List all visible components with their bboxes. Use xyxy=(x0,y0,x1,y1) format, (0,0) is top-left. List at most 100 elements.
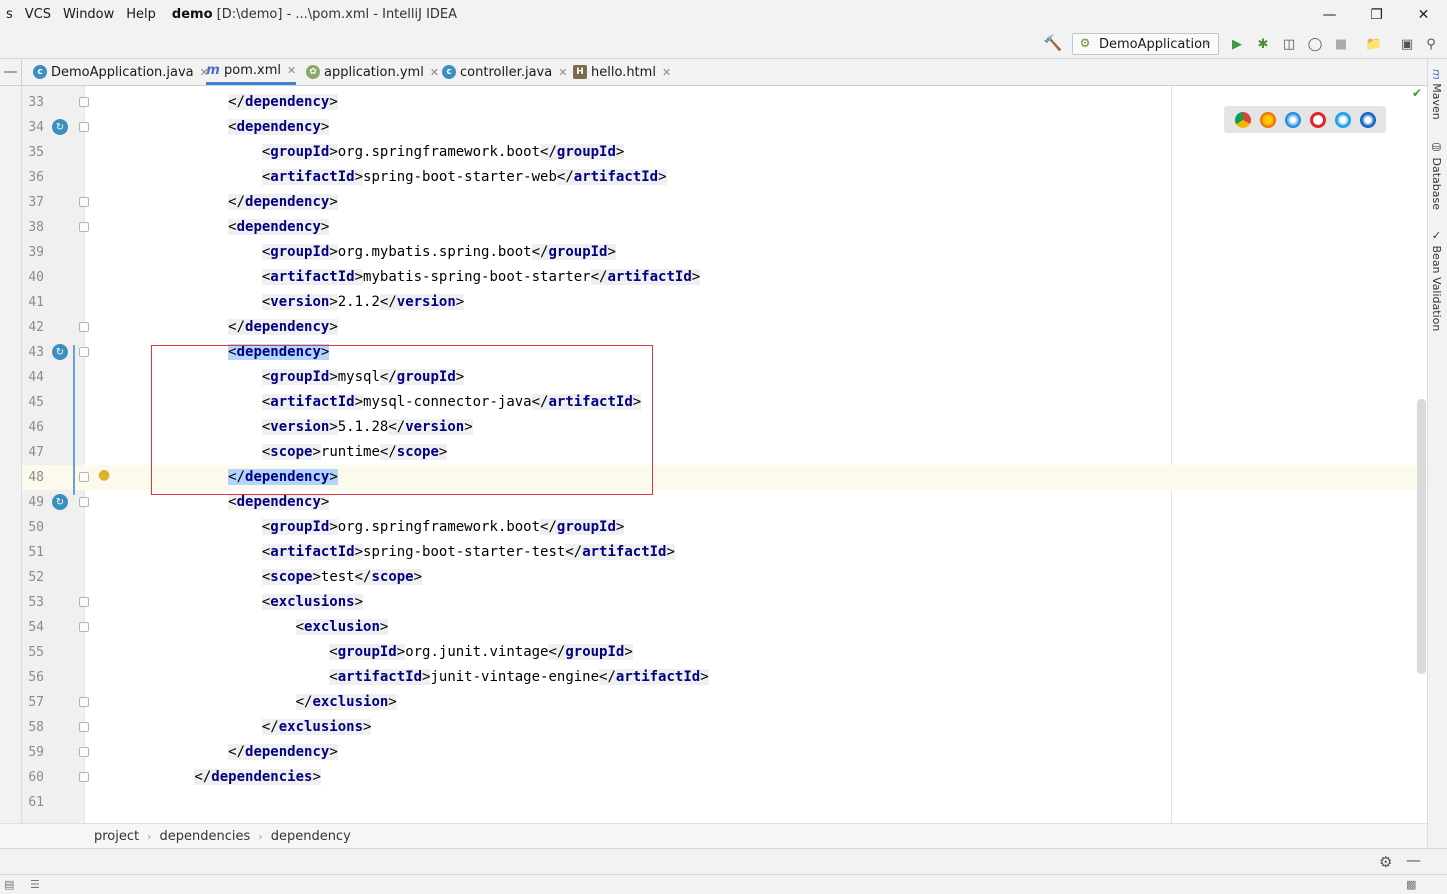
code-line[interactable]: 33 </dependency> xyxy=(22,90,1427,115)
tab-pom-xml[interactable]: m pom.xml ✕ xyxy=(206,59,297,85)
menu-item-window[interactable]: Window xyxy=(57,0,120,29)
menu-item-tools[interactable]: s xyxy=(0,0,19,29)
project-structure-icon[interactable]: 📁 xyxy=(1365,35,1383,53)
close-tab-icon[interactable]: ✕ xyxy=(287,64,296,77)
code-line[interactable]: 37 </dependency> xyxy=(22,190,1427,215)
code-line[interactable]: 50 <groupId>org.springframework.boot</gr… xyxy=(22,515,1427,540)
breadcrumb-item-project[interactable]: project xyxy=(94,829,139,844)
intention-bulb-icon[interactable]: ● xyxy=(98,467,110,483)
dependency-nav-icon[interactable]: ↻ xyxy=(52,494,68,510)
code-line[interactable]: 61 xyxy=(22,790,1427,815)
code-text: <scope>runtime</scope> xyxy=(261,444,448,460)
code-line[interactable]: 58 </exclusions> xyxy=(22,715,1427,740)
fold-marker-icon[interactable] xyxy=(79,722,89,732)
fold-marker-icon[interactable] xyxy=(79,197,89,207)
code-line[interactable]: 46 <version>5.1.28</version> xyxy=(22,415,1427,440)
dependency-nav-icon[interactable]: ↻ xyxy=(52,344,68,360)
code-line[interactable]: 55 <groupId>org.junit.vintage</groupId> xyxy=(22,640,1427,665)
fold-marker-icon[interactable] xyxy=(79,497,89,507)
presentation-icon[interactable]: ▣ xyxy=(1398,35,1416,53)
code-line[interactable]: 49 ↻ <dependency> xyxy=(22,490,1427,515)
fold-marker-icon[interactable] xyxy=(79,122,89,132)
code-line[interactable]: 34 ↻ <dependency> xyxy=(22,115,1427,140)
menu-item-help[interactable]: Help xyxy=(120,0,162,29)
bean-validation-panel-tab[interactable]: ✓ Bean Validation xyxy=(1430,229,1443,331)
run-configuration-select[interactable]: ⚙ DemoApplication ⌄ xyxy=(1072,33,1219,55)
fold-marker-icon[interactable] xyxy=(79,222,89,232)
opera-icon[interactable] xyxy=(1309,111,1326,128)
dependency-nav-icon[interactable]: ↻ xyxy=(52,119,68,135)
code-line[interactable]: 36 <artifactId>spring-boot-starter-web</… xyxy=(22,165,1427,190)
close-tab-icon[interactable]: ✕ xyxy=(558,66,567,79)
coverage-icon[interactable]: ◫ xyxy=(1280,35,1298,53)
code-line[interactable]: 40 <artifactId>mybatis-spring-boot-start… xyxy=(22,265,1427,290)
code-line[interactable]: 48 ● </dependency> xyxy=(22,465,1427,490)
code-line[interactable]: 35 <groupId>org.springframework.boot</gr… xyxy=(22,140,1427,165)
tab-application-yml[interactable]: ✿ application.yml ✕ xyxy=(306,59,439,85)
tool-window-toggle-icon[interactable]: ▤ xyxy=(4,878,14,891)
fold-marker-icon[interactable] xyxy=(79,322,89,332)
code-line[interactable]: 44 <groupId>mysql</groupId> xyxy=(22,365,1427,390)
hide-panel-icon[interactable]: — xyxy=(0,59,22,85)
fold-marker-icon[interactable] xyxy=(79,597,89,607)
internet-explorer-icon[interactable] xyxy=(1334,111,1351,128)
code-line[interactable]: 59 </dependency> xyxy=(22,740,1427,765)
stop-icon[interactable]: ■ xyxy=(1332,35,1350,53)
project-tool-strip[interactable] xyxy=(0,86,22,823)
tab-hello-html[interactable]: H hello.html ✕ xyxy=(573,59,671,85)
build-hammer-icon[interactable]: 🔨 xyxy=(1043,34,1063,54)
code-line[interactable]: 54 <exclusion> xyxy=(22,615,1427,640)
close-tab-icon[interactable]: ✕ xyxy=(430,66,439,79)
restore-button[interactable]: ❐ xyxy=(1353,0,1400,29)
safari-icon[interactable] xyxy=(1284,111,1301,128)
fold-marker-icon[interactable] xyxy=(79,697,89,707)
close-tab-icon[interactable]: ✕ xyxy=(662,66,671,79)
vertical-scrollbar[interactable] xyxy=(1417,399,1426,674)
code-editor[interactable]: 33 </dependency> 34 ↻ <dependency> 35 <grou… xyxy=(0,86,1427,823)
code-line[interactable]: 53 <exclusions> xyxy=(22,590,1427,615)
minimize-button[interactable]: — xyxy=(1306,0,1353,29)
window-title-rest: [D:\demo] - ...\pom.xml - IntelliJ IDEA xyxy=(216,7,458,22)
code-line[interactable]: 45 <artifactId>mysql-connector-java</art… xyxy=(22,390,1427,415)
code-line[interactable]: 60 </dependencies> xyxy=(22,765,1427,790)
debug-icon[interactable]: ✱ xyxy=(1254,35,1272,53)
code-line[interactable]: 57 </exclusion> xyxy=(22,690,1427,715)
profile-icon[interactable]: ◯ xyxy=(1306,35,1324,53)
search-everywhere-icon[interactable]: ⚲ xyxy=(1422,35,1440,53)
code-text: <version>2.1.2</version> xyxy=(261,294,465,310)
code-line[interactable]: 47 <scope>runtime</scope> xyxy=(22,440,1427,465)
fold-marker-icon[interactable] xyxy=(79,347,89,357)
code-line[interactable]: 39 <groupId>org.mybatis.spring.boot</gro… xyxy=(22,240,1427,265)
fold-marker-icon[interactable] xyxy=(79,772,89,782)
code-text: <dependency> xyxy=(228,219,330,235)
hide-icon[interactable]: — xyxy=(1406,851,1421,869)
tab-controller-java[interactable]: c controller.java ✕ xyxy=(442,59,567,85)
code-line[interactable]: 56 <artifactId>junit-vintage-engine</art… xyxy=(22,665,1427,690)
fold-marker-icon[interactable] xyxy=(79,97,89,107)
fold-marker-icon[interactable] xyxy=(79,472,89,482)
code-line[interactable]: 41 <version>2.1.2</version> xyxy=(22,290,1427,315)
code-line[interactable]: 38 <dependency> xyxy=(22,215,1427,240)
gear-icon[interactable]: ⚙ xyxy=(1379,853,1392,871)
run-icon[interactable]: ▶ xyxy=(1228,35,1246,53)
code-line[interactable]: 51 <artifactId>spring-boot-starter-test<… xyxy=(22,540,1427,565)
breadcrumb-item-dependencies[interactable]: dependencies xyxy=(160,829,251,844)
database-panel-tab[interactable]: ⛁ Database xyxy=(1430,141,1443,210)
fold-marker-icon[interactable] xyxy=(79,622,89,632)
tab-demoapplication-java[interactable]: c DemoApplication.java ✕ xyxy=(33,59,209,85)
edge-icon[interactable] xyxy=(1359,111,1376,128)
maven-panel-tab[interactable]: m Maven xyxy=(1430,69,1443,120)
html-icon: H xyxy=(573,65,587,79)
memory-indicator-icon[interactable]: ▩ xyxy=(1406,878,1416,891)
menu-item-vcs[interactable]: VCS xyxy=(19,0,57,29)
event-log-icon[interactable]: ☰ xyxy=(30,878,40,891)
close-window-button[interactable]: ✕ xyxy=(1400,0,1447,29)
inspection-ok-icon[interactable]: ✔ xyxy=(1412,86,1422,100)
code-line[interactable]: 52 <scope>test</scope> xyxy=(22,565,1427,590)
fold-marker-icon[interactable] xyxy=(79,747,89,757)
firefox-icon[interactable] xyxy=(1259,111,1276,128)
breadcrumb-item-dependency[interactable]: dependency xyxy=(271,829,351,844)
code-line[interactable]: 43 ↻ <dependency> xyxy=(22,340,1427,365)
code-line[interactable]: 42 </dependency> xyxy=(22,315,1427,340)
chrome-icon[interactable] xyxy=(1234,111,1251,128)
